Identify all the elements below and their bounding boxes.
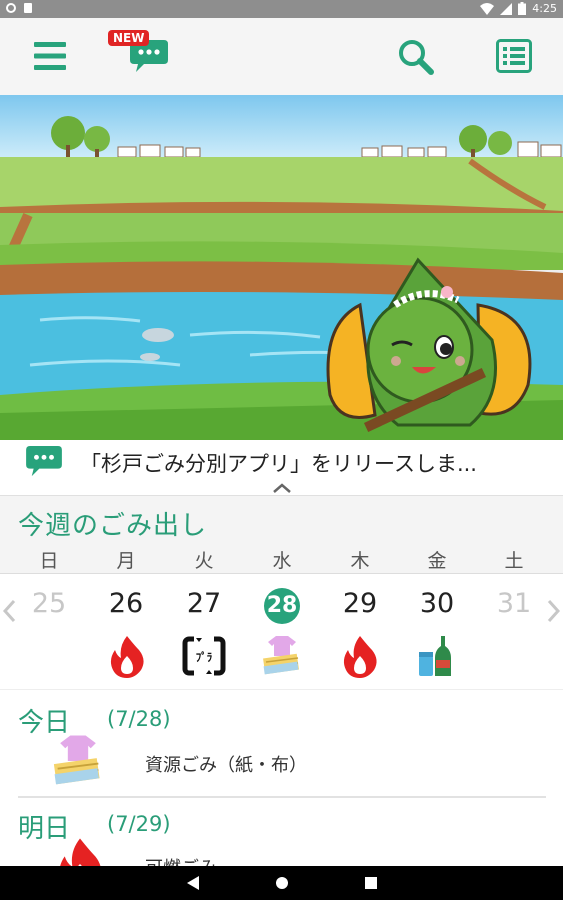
schedule-date: (7/28) [107,707,171,731]
dow-label: 金 [427,550,447,572]
search-icon[interactable] [398,39,434,75]
app-bar: NEW [0,18,563,95]
date-row: 25 26 27 28 29 30 31 ﾌﾟﾗ [0,573,563,689]
status-bar: 4:25 [0,0,563,18]
svg-text:ﾌﾟﾗ: ﾌﾟﾗ [196,650,213,664]
today-date: 28 [264,588,300,624]
collapse-handle[interactable] [0,482,563,496]
news-button[interactable]: NEW [106,28,170,86]
dow-label: 土 [504,550,524,572]
back-icon[interactable] [186,876,200,890]
chevron-right-icon[interactable] [547,599,561,623]
plastic-recycle-icon: ﾌﾟﾗ [182,636,226,676]
list-divider [18,796,546,798]
app-root: 4:25 NEW 「杉戸ごみ分別アプリ」をリリースしま... 今週のごみ出し 日… [0,0,563,900]
home-icon[interactable] [275,876,289,890]
paper-cloth-icon [53,735,100,785]
burnable-fire-icon [110,636,144,678]
date-cell[interactable]: 29 [330,588,390,619]
dow-label: 月 [116,550,136,572]
schedule-type: 資源ごみ（紙・布） [145,755,307,776]
dow-label: 水 [272,550,292,572]
battery-icon [518,2,527,15]
day-of-week-row: 日 月 火 水 木 金 土 [0,546,563,572]
date-cell[interactable]: 25 [19,588,79,619]
hero-illustration [0,95,563,440]
notification-icon [6,3,16,13]
chevron-up-icon [273,483,291,493]
dow-label: 火 [194,550,214,572]
burnable-fire-icon [60,838,101,866]
schedule-type: 可燃ごみ [145,854,217,866]
news-headline: 「杉戸ごみ分別アプリ」をリリースしま... [80,452,477,476]
list-view-icon[interactable] [496,39,532,73]
recents-icon[interactable] [365,877,377,889]
news-ticker[interactable]: 「杉戸ごみ分別アプリ」をリリースしま... [0,440,563,482]
schedule-date: (7/29) [107,812,171,836]
wifi-icon [480,2,495,15]
date-cell[interactable]: 26 [96,588,156,619]
date-cell[interactable]: 27 [174,588,234,619]
status-time: 4:25 [532,2,557,15]
sd-card-icon [24,3,32,13]
chevron-left-icon[interactable] [2,599,16,623]
week-title: 今週のごみ出し [18,511,208,541]
new-badge: NEW [108,30,150,46]
paper-cloth-icon [263,636,299,675]
bottles-cans-icon [419,636,451,676]
date-cell[interactable]: 31 [484,588,544,619]
menu-icon[interactable] [34,42,66,70]
dow-label: 日 [39,550,59,572]
signal-icon [500,2,513,15]
system-nav-bar [0,866,563,900]
date-cell[interactable]: 30 [407,588,467,619]
date-cell-today[interactable]: 28 [252,588,312,624]
dow-label: 木 [350,550,370,572]
weekly-schedule: 今週のごみ出し 日 月 火 水 木 金 土 25 26 27 28 29 30 … [0,496,563,689]
chat-bubble-icon [26,446,62,477]
schedule-list: 今日 (7/28) 資源ごみ（紙・布） 明日 (7/29) 可燃ごみ [0,690,563,866]
burnable-fire-icon [343,636,377,678]
